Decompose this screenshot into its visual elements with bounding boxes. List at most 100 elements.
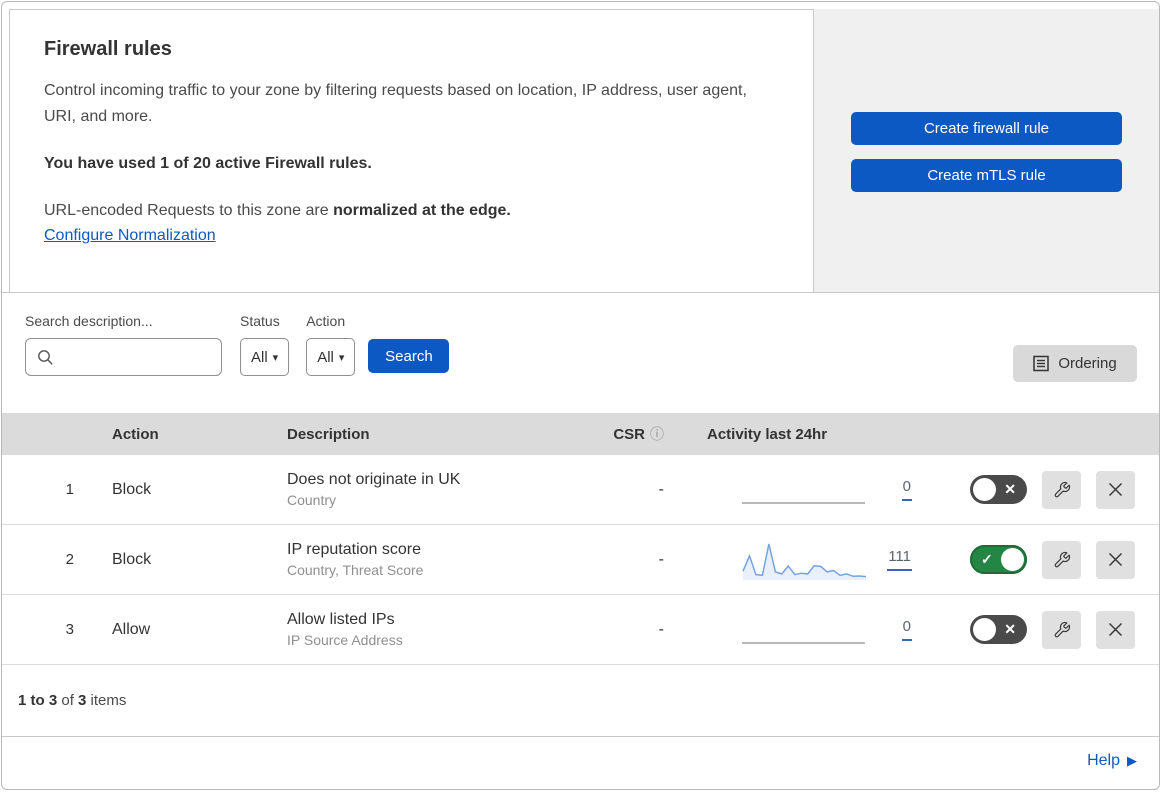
csr-header-label: CSR xyxy=(613,426,645,443)
wrench-icon xyxy=(1054,481,1070,497)
action-select[interactable]: All ▾ xyxy=(306,338,356,376)
close-icon xyxy=(1108,622,1123,637)
rule-description-cell: Does not originate in UK Country xyxy=(267,471,587,508)
table-row: 3 Allow Allow listed IPs IP Source Addre… xyxy=(2,595,1159,665)
activity-count-link[interactable]: 111 xyxy=(887,548,912,571)
configure-normalization-link[interactable]: Configure Normalization xyxy=(44,227,216,245)
page-title: Firewall rules xyxy=(44,38,172,60)
usage-summary: You have used 1 of 20 active Firewall ru… xyxy=(44,154,372,172)
edit-rule-button[interactable] xyxy=(1042,610,1081,649)
activity-column-header: Activity last 24hr xyxy=(707,425,828,443)
toggle-knob xyxy=(973,478,996,501)
rule-csr: - xyxy=(658,480,664,498)
search-input[interactable] xyxy=(25,338,222,376)
help-bar: Help ▶ xyxy=(2,737,1159,785)
rule-criteria: IP Source Address xyxy=(287,632,403,648)
normalization-text: URL-encoded Requests to this zone are xyxy=(44,201,334,219)
rule-action: Block xyxy=(112,480,152,498)
of-text: of xyxy=(57,692,79,709)
rule-activity-cell: 0 xyxy=(672,469,917,511)
rule-controls: ✕ xyxy=(917,610,1159,649)
status-selected-value: All xyxy=(251,348,268,366)
delete-rule-button[interactable] xyxy=(1096,540,1135,579)
enable-toggle[interactable]: ✕ xyxy=(970,615,1027,644)
pagination-summary: 1 to 3 of 3 items xyxy=(2,665,1159,737)
rule-action: Allow xyxy=(112,620,151,638)
activity-count-link[interactable]: 0 xyxy=(901,618,912,641)
rule-action: Block xyxy=(112,550,152,568)
firewall-rules-page: Firewall rules Control incoming traffic … xyxy=(1,1,1160,790)
toggle-knob xyxy=(1001,548,1024,571)
activity-sparkline xyxy=(742,539,867,581)
status-label: Status xyxy=(240,313,280,329)
ordering-button-label: Ordering xyxy=(1058,355,1117,372)
info-icon[interactable]: ⓘ xyxy=(650,426,664,442)
normalization-bold: normalized at the edge. xyxy=(333,201,511,219)
table-row: 1 Block Does not originate in UK Country… xyxy=(2,455,1159,525)
description-column-header: Description xyxy=(287,425,370,443)
page-description: Control incoming traffic to your zone by… xyxy=(44,82,747,125)
rule-description: Does not originate in UK xyxy=(287,471,461,488)
search-group: Search description... xyxy=(25,313,222,376)
rule-description-cell: IP reputation score Country, Threat Scor… xyxy=(267,541,587,578)
toggle-state-icon: ✕ xyxy=(1004,620,1016,637)
activity-sparkline xyxy=(742,609,867,651)
chevron-down-icon: ▾ xyxy=(338,351,345,364)
wrench-icon xyxy=(1054,551,1070,567)
help-label: Help xyxy=(1087,752,1120,769)
header-card: Firewall rules Control incoming traffic … xyxy=(9,9,814,292)
csr-column-header: CSR ⓘ xyxy=(587,424,672,444)
rule-priority: 2 xyxy=(65,551,74,568)
toggle-state-icon: ✓ xyxy=(981,550,993,567)
actions-panel: Create firewall rule Create mTLS rule xyxy=(814,9,1159,292)
arrow-right-icon: ▶ xyxy=(1127,753,1137,768)
status-select[interactable]: All ▾ xyxy=(240,338,290,376)
enable-toggle[interactable]: ✕ xyxy=(970,475,1027,504)
header-section: Firewall rules Control incoming traffic … xyxy=(2,2,1159,293)
table-header-row: Action Description CSR ⓘ Activity last 24… xyxy=(2,413,1159,455)
rule-activity-cell: 111 xyxy=(672,539,917,581)
rule-priority: 3 xyxy=(65,621,74,638)
delete-rule-button[interactable] xyxy=(1096,610,1135,649)
total-count: 3 xyxy=(78,692,87,709)
chevron-down-icon: ▾ xyxy=(272,351,279,364)
items-text: items xyxy=(86,692,127,709)
rule-csr: - xyxy=(658,550,664,568)
rule-csr: - xyxy=(658,620,664,638)
range-text: 1 to 3 xyxy=(18,692,58,709)
rules-table: Action Description CSR ⓘ Activity last 24… xyxy=(2,413,1159,665)
action-column-header: Action xyxy=(112,425,159,443)
rule-description: IP reputation score xyxy=(287,541,422,558)
toggle-state-icon: ✕ xyxy=(1004,480,1016,497)
close-icon xyxy=(1108,482,1123,497)
activity-sparkline xyxy=(742,469,867,511)
toggle-knob xyxy=(973,618,996,641)
filter-bar: Search description... Status All ▾ Action… xyxy=(2,293,1159,413)
action-label: Action xyxy=(306,313,346,329)
help-link[interactable]: Help ▶ xyxy=(1087,752,1137,770)
rule-priority: 1 xyxy=(65,481,74,498)
normalization-note: URL-encoded Requests to this zone are no… xyxy=(44,202,777,220)
status-filter-group: Status All ▾ xyxy=(240,313,290,376)
ordering-list-icon xyxy=(1033,355,1050,372)
rule-controls: ✓ xyxy=(917,540,1159,579)
search-icon xyxy=(38,350,53,365)
rule-criteria: Country, Threat Score xyxy=(287,562,424,578)
edit-rule-button[interactable] xyxy=(1042,540,1081,579)
create-mtls-rule-button[interactable]: Create mTLS rule xyxy=(851,159,1122,192)
search-label: Search description... xyxy=(25,313,153,329)
enable-toggle[interactable]: ✓ xyxy=(970,545,1027,574)
rule-criteria: Country xyxy=(287,492,337,508)
rule-description-cell: Allow listed IPs IP Source Address xyxy=(267,611,587,648)
search-input-wrapper xyxy=(25,338,222,376)
action-filter-group: Action All ▾ xyxy=(306,313,356,376)
create-firewall-rule-button[interactable]: Create firewall rule xyxy=(851,112,1122,145)
search-button[interactable]: Search xyxy=(368,339,450,373)
action-selected-value: All xyxy=(317,348,334,366)
rule-activity-cell: 0 xyxy=(672,609,917,651)
activity-count-link[interactable]: 0 xyxy=(901,478,912,501)
delete-rule-button[interactable] xyxy=(1096,470,1135,509)
ordering-button[interactable]: Ordering xyxy=(1013,345,1137,382)
close-icon xyxy=(1108,552,1123,567)
edit-rule-button[interactable] xyxy=(1042,470,1081,509)
